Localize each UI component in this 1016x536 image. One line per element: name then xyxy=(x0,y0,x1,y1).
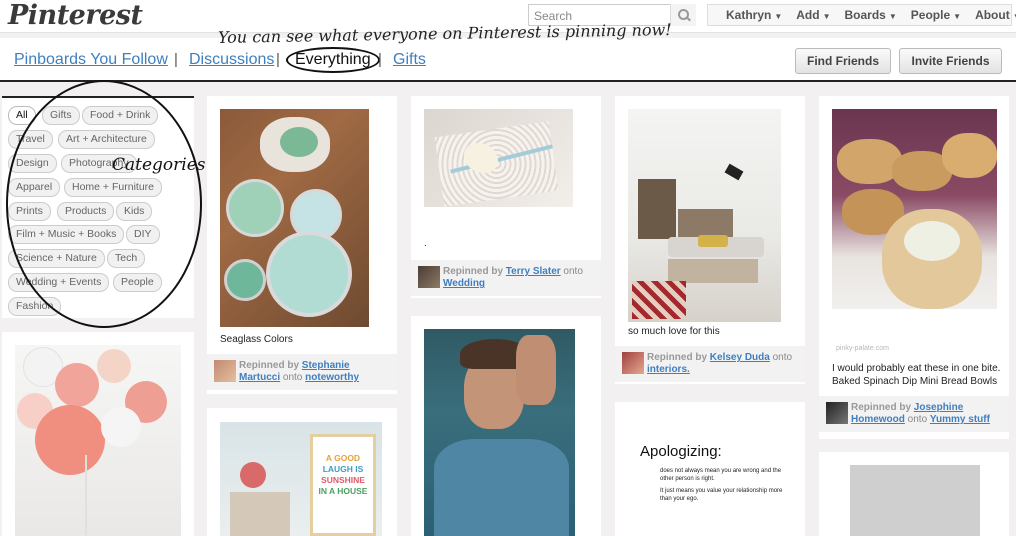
poster-text: IN A HOUSE xyxy=(318,486,368,496)
nav-people[interactable]: People ▼ xyxy=(904,8,968,22)
pin-image[interactable]: A GOOD LAUGH IS SUNSHINE IN A HOUSE xyxy=(220,422,382,536)
tab-separator: | xyxy=(276,51,280,68)
find-friends-button[interactable]: Find Friends xyxy=(795,48,891,74)
tab-separator: | xyxy=(174,51,178,68)
category-chip-wedding-events[interactable]: Wedding + Events xyxy=(8,273,110,292)
category-chip-all[interactable]: All xyxy=(8,106,36,125)
pin-description: so much love for this xyxy=(628,326,720,337)
poster-text: A GOOD xyxy=(325,453,361,463)
category-list: All Gifts Food + Drink Travel Art + Arch… xyxy=(2,96,194,318)
search-icon[interactable] xyxy=(670,4,696,26)
pin-card[interactable]: Seaglass Colors Repinned by Stephanie Ma… xyxy=(207,96,397,394)
category-chip-science-nature[interactable]: Science + Nature xyxy=(8,249,105,268)
board-link[interactable]: Wedding xyxy=(443,278,485,289)
poster-text: SUNSHINE xyxy=(321,475,365,485)
repinner-link[interactable]: Kelsey Duda xyxy=(710,352,770,363)
category-chip-fashion[interactable]: Fashion xyxy=(8,297,62,316)
pin-description: Seaglass Colors xyxy=(220,334,293,345)
avatar[interactable] xyxy=(418,266,440,288)
repin-info: Repinned by Stephanie Martucci onto note… xyxy=(207,354,397,390)
category-chip-people[interactable]: People xyxy=(113,273,162,292)
avatar[interactable] xyxy=(214,360,236,382)
chevron-down-icon: ▼ xyxy=(888,12,897,21)
pin-image[interactable] xyxy=(424,109,573,207)
invite-friends-button[interactable]: Invite Friends xyxy=(899,48,1002,74)
category-chip-products[interactable]: Products xyxy=(57,202,115,221)
category-chip-food-drink[interactable]: Food + Drink xyxy=(82,106,159,125)
pin-image[interactable] xyxy=(15,345,181,536)
quote-text: does not always mean you are wrong and t… xyxy=(660,468,782,482)
category-chip-art-architecture[interactable]: Art + Architecture xyxy=(58,130,155,149)
pin-card[interactable]: pinky-palate.com I would probably eat th… xyxy=(819,96,1009,439)
pin-description: I would probably eat these in one bite. … xyxy=(832,363,1001,387)
category-chip-gifts[interactable]: Gifts xyxy=(42,106,80,125)
pin-card[interactable] xyxy=(2,332,194,536)
chevron-down-icon: ▼ xyxy=(822,12,831,21)
nav-user[interactable]: Kathryn ▼ xyxy=(719,8,789,22)
category-chip-diy[interactable]: DIY xyxy=(126,225,160,244)
avatar[interactable] xyxy=(622,352,644,374)
category-chip-film-music-books[interactable]: Film + Music + Books xyxy=(8,225,125,244)
category-chip-kids[interactable]: Kids xyxy=(116,202,153,221)
nav-add[interactable]: Add ▼ xyxy=(789,8,837,22)
image-watermark: pinky-palate.com xyxy=(836,345,889,352)
avatar[interactable] xyxy=(826,402,848,424)
pin-card[interactable]: A GOOD LAUGH IS SUNSHINE IN A HOUSE xyxy=(207,408,397,536)
category-chip-apparel[interactable]: Apparel xyxy=(8,178,61,197)
quote-text: It just means you value your relationshi… xyxy=(660,488,783,502)
pinterest-logo[interactable]: Pinterest xyxy=(8,0,143,31)
category-chip-prints[interactable]: Prints xyxy=(8,202,51,221)
repin-info: Repinned by Kelsey Duda onto interiors. xyxy=(615,346,805,382)
pin-card[interactable] xyxy=(819,452,1009,536)
category-chip-travel[interactable]: Travel xyxy=(8,130,53,149)
categories-annotation: Categories xyxy=(112,155,206,175)
category-chip-tech[interactable]: Tech xyxy=(107,249,146,268)
pin-image[interactable] xyxy=(628,109,781,322)
repin-info: Repinned by Josephine Homewood onto Yumm… xyxy=(819,396,1009,432)
board-link[interactable]: noteworthy xyxy=(305,372,359,383)
user-nav: Kathryn▼ Add▼ Boards▼ People▼ About▼ xyxy=(707,4,1016,26)
pin-description: . xyxy=(424,238,427,249)
pin-card[interactable]: Apologizing: does not always mean you ar… xyxy=(615,402,805,536)
tab-everything[interactable]: Everything xyxy=(286,47,380,73)
board-link[interactable]: interiors. xyxy=(647,364,690,375)
pin-image[interactable]: pinky-palate.com xyxy=(832,109,997,355)
nav-about[interactable]: About▼ xyxy=(968,8,1016,22)
poster-text: LAUGH IS xyxy=(322,464,364,474)
quote-title: Apologizing: xyxy=(640,443,722,460)
pin-image[interactable]: Apologizing: does not always mean you ar… xyxy=(628,415,793,536)
repinner-link[interactable]: Terry Slater xyxy=(506,266,561,277)
sub-nav-bar: Pinboards You Follow | Discussions | Eve… xyxy=(0,38,1016,82)
category-chip-design[interactable]: Design xyxy=(8,154,57,173)
board-link[interactable]: Yummy stuff xyxy=(930,414,990,425)
pin-image[interactable] xyxy=(220,109,369,327)
pin-card[interactable]: so much love for this Repinned by Kelsey… xyxy=(615,96,805,384)
pin-card[interactable]: . Repinned by Terry Slater onto Wedding xyxy=(411,96,601,298)
tab-pinboards-you-follow[interactable]: Pinboards You Follow xyxy=(14,51,168,69)
pin-card[interactable] xyxy=(411,316,601,536)
chevron-down-icon: ▼ xyxy=(953,12,962,21)
category-chip-home-furniture[interactable]: Home + Furniture xyxy=(64,178,162,197)
tab-separator: | xyxy=(378,51,382,68)
pin-image[interactable] xyxy=(424,329,575,536)
repin-info: Repinned by Terry Slater onto Wedding xyxy=(411,260,601,296)
tab-gifts[interactable]: Gifts xyxy=(393,51,426,69)
pin-image[interactable] xyxy=(850,465,980,536)
chevron-down-icon: ▼ xyxy=(774,12,783,21)
tab-discussions[interactable]: Discussions xyxy=(189,51,274,69)
nav-boards[interactable]: Boards ▼ xyxy=(838,8,904,22)
